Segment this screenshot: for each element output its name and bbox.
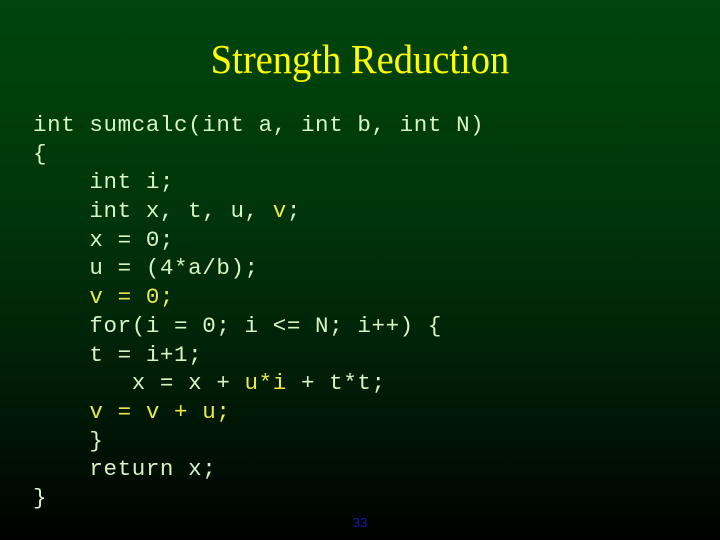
code-line: int x, t, u, v; [33, 197, 484, 226]
code-token: x = x + [117, 370, 245, 397]
code-token: } [33, 484, 48, 511]
code-line: } [33, 427, 484, 456]
code-line: v = v + u; [33, 398, 484, 427]
code-line: } [33, 484, 484, 513]
code-token: } [89, 427, 104, 454]
code-token-highlighted: u*i [244, 370, 287, 397]
code-token: x = 0; [89, 226, 175, 253]
code-token-highlighted: v [272, 198, 287, 225]
presentation-slide: Strength Reduction int sumcalc(int a, in… [0, 0, 720, 540]
code-token: for(i = 0; i <= N; i++) { [89, 312, 442, 339]
code-line: v = 0; [33, 283, 484, 312]
slide-page-number: 33 [352, 515, 368, 530]
code-block: int sumcalc(int a, int b, int N){ int i;… [33, 111, 484, 513]
code-token: + t*t; [286, 370, 386, 397]
code-token: int sumcalc(int a, int b, int N) [33, 112, 485, 138]
code-token: int x, t, u, [89, 198, 273, 225]
slide-title: Strength Reduction [210, 36, 510, 82]
code-line: t = i+1; [33, 341, 484, 370]
code-token-highlighted: v = 0; [89, 284, 175, 311]
code-line: for(i = 0; i <= N; i++) { [33, 312, 484, 341]
code-line: int sumcalc(int a, int b, int N) [33, 111, 484, 140]
code-token: int i; [89, 169, 175, 196]
code-token: { [33, 140, 48, 167]
code-line: { [33, 140, 484, 169]
code-line: int i; [33, 168, 484, 197]
code-token: ; [286, 198, 301, 225]
code-line: x = 0; [33, 226, 484, 255]
code-token: return x; [89, 456, 217, 483]
code-line: u = (4*a/b); [33, 254, 484, 283]
code-token-highlighted: v = v + u; [75, 398, 231, 425]
code-token: u = (4*a/b); [89, 255, 259, 282]
code-line: x = x + u*i + t*t; [33, 369, 484, 398]
code-token: t = i+1; [75, 341, 203, 368]
code-line: return x; [33, 455, 484, 484]
